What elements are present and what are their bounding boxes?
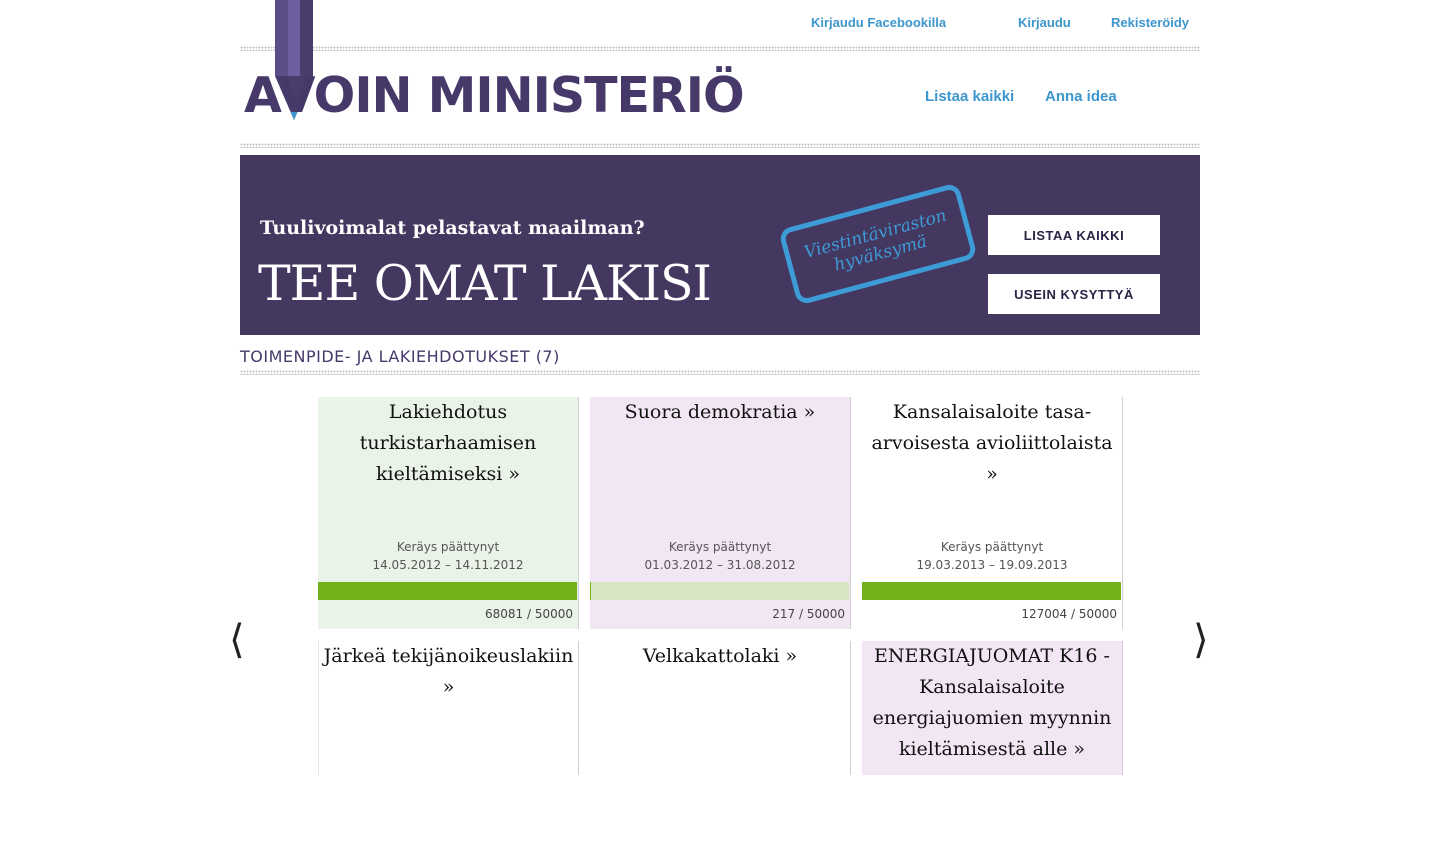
login-link[interactable]: Kirjaudu (1018, 15, 1071, 30)
facebook-login-link[interactable]: Kirjaudu Facebookilla (811, 15, 946, 30)
card-status: Keräys päättynyt 01.03.2012 – 31.08.2012 (590, 538, 850, 574)
approval-stamp: Viestintäviraston hyväksymä (778, 182, 978, 306)
card-title-link[interactable]: Järkeä tekijänoikeuslakiin » (323, 641, 574, 703)
section-title: TOIMENPIDE- JA LAKIEHDOTUKSET (7) (240, 347, 560, 366)
card-status-label: Keräys päättynyt (940, 540, 1044, 554)
card-status: Keräys päättynyt 14.05.2012 – 14.11.2012 (318, 538, 578, 574)
card-title-link[interactable]: ENERGIAJUOMAT K16 - Kansalaisaloite ener… (866, 641, 1118, 765)
card-status-label: Keräys päättynyt (396, 540, 500, 554)
card-dates: 01.03.2012 – 31.08.2012 (644, 558, 796, 572)
nav-list-all[interactable]: Listaa kaikki (925, 88, 1014, 105)
progress-fill (590, 582, 592, 600)
initiative-card[interactable]: Kansalaisaloite tasa-arvoisesta avioliit… (862, 397, 1123, 629)
progress-fill (862, 582, 1121, 600)
progress-fill (318, 582, 577, 600)
faq-button[interactable]: USEIN KYSYTTYÄ (988, 274, 1160, 314)
card-title-link[interactable]: Lakiehdotus turkistarhaamisen kieltämise… (322, 397, 574, 490)
card-title-link[interactable]: Suora demokratia » (594, 397, 846, 428)
initiative-card[interactable]: Suora demokratia » Keräys päättynyt 01.0… (590, 397, 851, 629)
signature-count: 127004 / 50000 (1021, 607, 1117, 621)
carousel-prev-arrow-icon[interactable]: ⟨ (229, 618, 245, 662)
section-divider (240, 370, 1200, 375)
initiative-card[interactable]: Järkeä tekijänoikeuslakiin » (318, 641, 579, 775)
logo-text: AVOIN MINISTERIÖ (244, 67, 745, 124)
progress-bar (590, 582, 849, 600)
initiative-card[interactable]: ENERGIAJUOMAT K16 - Kansalaisaloite ener… (862, 641, 1123, 775)
list-all-button[interactable]: LISTAA KAIKKI (988, 215, 1160, 255)
initiative-card[interactable]: Velkakattolaki » (590, 641, 851, 775)
card-dates: 19.03.2013 – 19.09.2013 (916, 558, 1068, 572)
header-divider (240, 143, 1200, 148)
card-status: Keräys päättynyt 19.03.2013 – 19.09.2013 (862, 538, 1122, 574)
signature-count: 217 / 50000 (772, 607, 845, 621)
card-dates: 14.05.2012 – 14.11.2012 (372, 558, 524, 572)
stamp-text: Viestintäviraston hyväksymä (802, 205, 949, 276)
carousel-next-arrow-icon[interactable]: ⟩ (1193, 618, 1209, 662)
hero-subtitle: Tuulivoimalat pelastavat maailman? (260, 217, 645, 239)
progress-bar (318, 582, 577, 600)
signature-count: 68081 / 50000 (484, 607, 573, 621)
hero-title: TEE OMAT LAKISI (258, 255, 712, 312)
hero-banner: Tuulivoimalat pelastavat maailman? TEE O… (240, 155, 1200, 335)
progress-bar (862, 582, 1121, 600)
initiative-card[interactable]: Lakiehdotus turkistarhaamisen kieltämise… (318, 397, 579, 629)
pencil-icon (275, 0, 314, 76)
card-title-link[interactable]: Velkakattolaki » (594, 641, 846, 672)
nav-give-idea[interactable]: Anna idea (1045, 88, 1117, 105)
register-link[interactable]: Rekisteröidy (1111, 15, 1189, 30)
top-divider (240, 46, 1200, 51)
card-title-link[interactable]: Kansalaisaloite tasa-arvoisesta avioliit… (866, 397, 1118, 490)
card-status-label: Keräys päättynyt (668, 540, 772, 554)
